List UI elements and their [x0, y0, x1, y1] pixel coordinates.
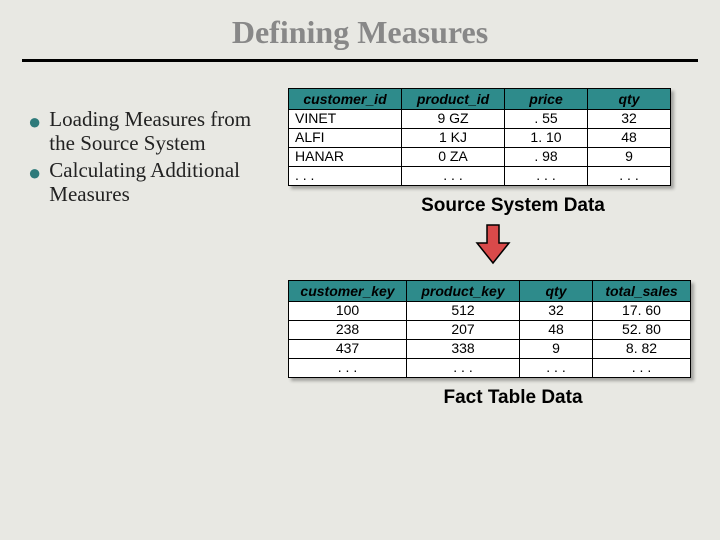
- table-row: . . . . . . . . . . . .: [289, 359, 691, 378]
- tables-area: customer_id product_id price qty VINET 9…: [278, 88, 698, 409]
- bullet-icon: ●: [28, 159, 41, 184]
- content-area: ● Loading Measures from the Source Syste…: [0, 62, 720, 409]
- table-header-row: customer_key product_key qty total_sales: [289, 281, 691, 302]
- list-item-label: Loading Measures from the Source System: [49, 108, 278, 155]
- col-header: product_key: [407, 281, 520, 302]
- table-caption: Source System Data: [288, 195, 698, 217]
- bullet-list: ● Loading Measures from the Source Syste…: [28, 88, 278, 409]
- table-row: VINET 9 GZ . 55 32: [289, 110, 671, 129]
- table-header-row: customer_id product_id price qty: [289, 89, 671, 110]
- page-title: Defining Measures: [0, 0, 720, 59]
- slide: Defining Measures ● Loading Measures fro…: [0, 0, 720, 540]
- col-header: product_id: [402, 89, 505, 110]
- list-item: ● Loading Measures from the Source Syste…: [28, 108, 278, 155]
- table-row: 238 207 48 52. 80: [289, 321, 691, 340]
- table-row: 437 338 9 8. 82: [289, 340, 691, 359]
- source-table: customer_id product_id price qty VINET 9…: [288, 88, 671, 186]
- table-row: 100 512 32 17. 60: [289, 302, 691, 321]
- col-header: price: [505, 89, 588, 110]
- bullet-icon: ●: [28, 108, 41, 133]
- table-caption: Fact Table Data: [288, 387, 698, 409]
- table-row: HANAR 0 ZA . 98 9: [289, 148, 671, 167]
- col-header: qty: [588, 89, 671, 110]
- col-header: customer_id: [289, 89, 402, 110]
- list-item: ● Calculating Additional Measures: [28, 159, 278, 206]
- down-arrow-icon: [288, 223, 698, 270]
- list-item-label: Calculating Additional Measures: [49, 159, 278, 206]
- col-header: customer_key: [289, 281, 407, 302]
- col-header: qty: [520, 281, 593, 302]
- table-row: ALFI 1 KJ 1. 10 48: [289, 129, 671, 148]
- fact-table: customer_key product_key qty total_sales…: [288, 280, 691, 378]
- table-row: . . . . . . . . . . . .: [289, 167, 671, 186]
- col-header: total_sales: [593, 281, 691, 302]
